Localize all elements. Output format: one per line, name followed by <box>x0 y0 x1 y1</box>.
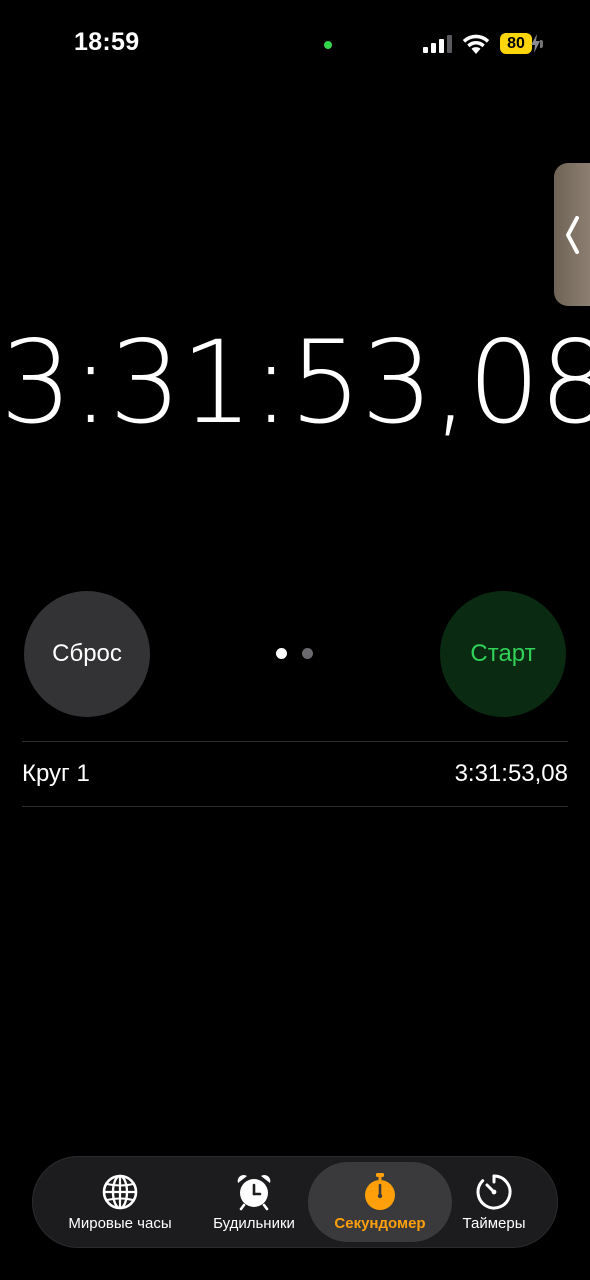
tab-world-clock-label: Мировые часы <box>68 1215 172 1232</box>
charging-bolt-icon <box>531 34 540 53</box>
lap-row-divider <box>22 806 568 807</box>
timer-icon <box>476 1174 512 1210</box>
globe-icon <box>102 1174 138 1210</box>
page-dot-active <box>276 648 287 659</box>
page-indicator[interactable] <box>276 648 316 660</box>
start-button[interactable]: Старт <box>440 591 566 717</box>
tab-alarms-label: Будильники <box>213 1215 295 1232</box>
cellular-signal-icon <box>423 35 452 53</box>
lap-row: Круг 1 3:31:53,08 <box>22 742 568 806</box>
lap-time: 3:31:53,08 <box>454 760 568 787</box>
tab-timers[interactable]: Таймеры <box>452 1162 536 1242</box>
tab-stopwatch[interactable]: Секундомер <box>308 1162 452 1242</box>
tab-alarms[interactable]: Будильники <box>192 1162 316 1242</box>
tab-timers-label: Таймеры <box>462 1215 526 1232</box>
tab-stopwatch-label: Секундомер <box>334 1215 426 1232</box>
stopwatch-elapsed-time: 3:31:53,08 <box>0 316 590 449</box>
microphone-indicator-icon <box>324 41 332 49</box>
reset-button[interactable]: Сброс <box>24 591 150 717</box>
tab-bar: Мировые часы Будильники Секундомер Тайме… <box>32 1156 558 1248</box>
tab-world-clock[interactable]: Мировые часы <box>54 1162 186 1242</box>
alarm-clock-icon <box>237 1174 271 1211</box>
wifi-icon <box>462 34 490 54</box>
stopwatch-icon <box>365 1173 395 1210</box>
battery-indicator: 80 <box>500 33 544 54</box>
chevron-left-icon <box>566 216 579 254</box>
battery-level: 80 <box>500 33 532 54</box>
page-dot <box>302 648 313 659</box>
side-panel-handle[interactable] <box>554 163 590 306</box>
battery-cap <box>540 40 543 48</box>
status-bar-time: 18:59 <box>74 28 140 56</box>
lap-label: Круг 1 <box>22 760 90 787</box>
